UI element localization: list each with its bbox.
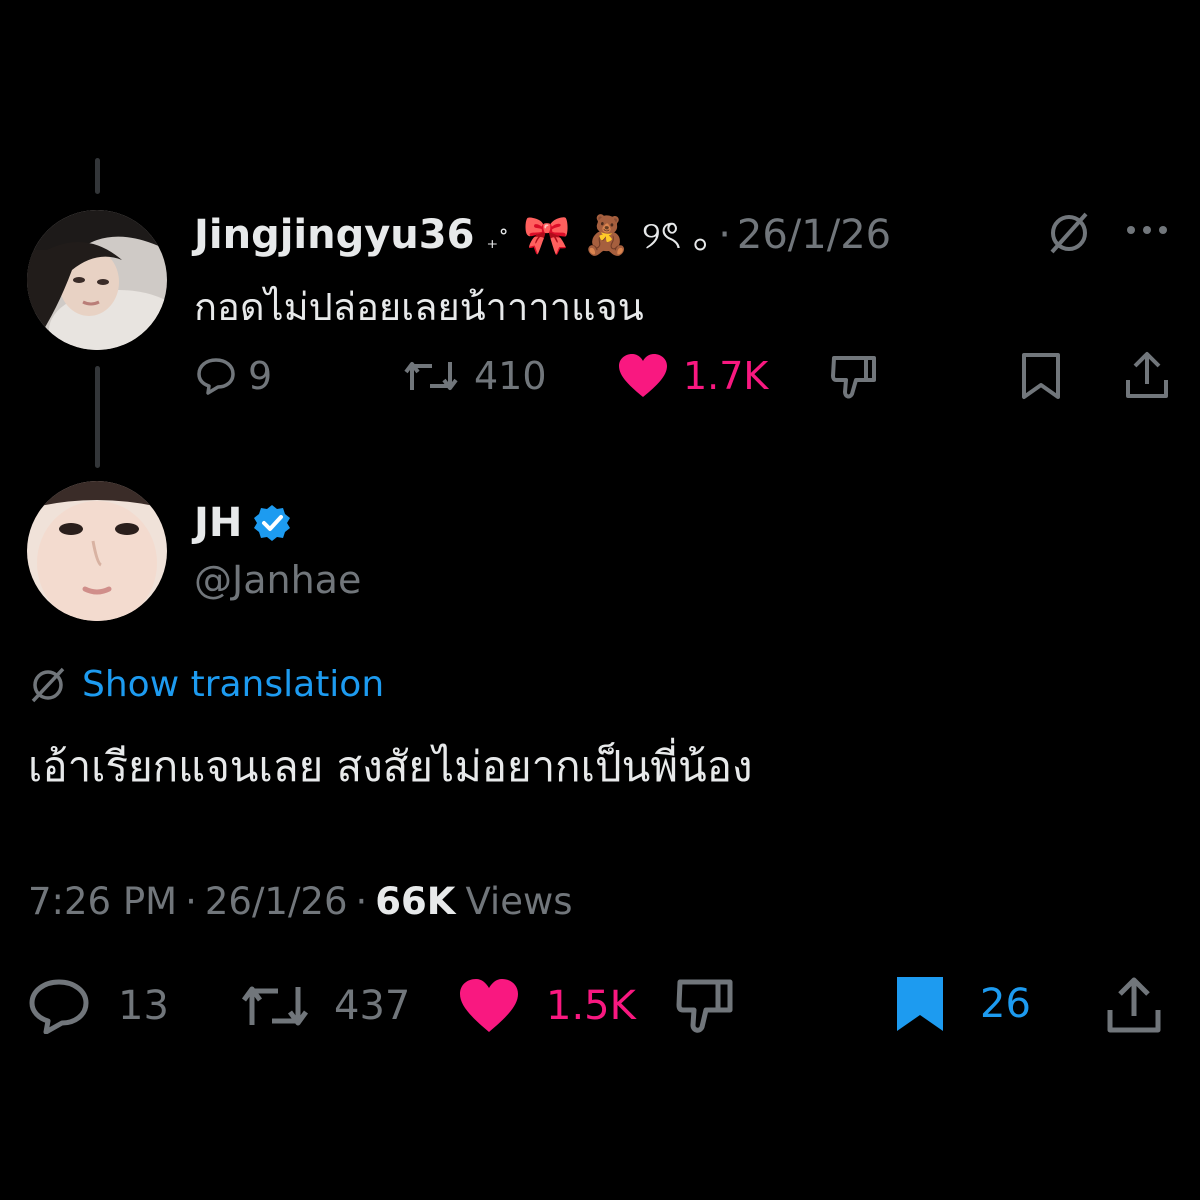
reply-button[interactable]: 13 bbox=[28, 978, 169, 1034]
tweet-metadata: 7:26 PM · 26/1/26 · 66K Views bbox=[28, 880, 573, 923]
name-emoji: 🎀 🧸 ୨ৎ ｡ bbox=[523, 213, 713, 257]
views-count[interactable]: 66K bbox=[375, 880, 455, 923]
author-line: JH bbox=[194, 500, 292, 546]
verified-badge-icon bbox=[252, 503, 292, 543]
like-button[interactable]: 1.5K bbox=[458, 976, 636, 1036]
retweet-button[interactable]: 410 bbox=[402, 352, 547, 400]
like-count: 1.7K bbox=[683, 354, 769, 398]
retweet-button[interactable]: 437 bbox=[240, 978, 410, 1034]
handle[interactable]: @Janhae bbox=[194, 558, 361, 602]
like-count: 1.5K bbox=[546, 983, 636, 1029]
share-icon[interactable] bbox=[1106, 976, 1162, 1034]
separator: · bbox=[718, 212, 731, 258]
display-name[interactable]: JH bbox=[194, 500, 242, 546]
bookmark-button[interactable]: 26 bbox=[894, 974, 1031, 1034]
retweet-count: 410 bbox=[474, 354, 547, 398]
translate-icon[interactable] bbox=[1046, 210, 1092, 256]
heart-icon bbox=[458, 978, 520, 1034]
reply-count: 13 bbox=[118, 983, 169, 1029]
reply-icon bbox=[196, 356, 236, 396]
separator: · bbox=[185, 880, 197, 923]
retweet-icon bbox=[402, 356, 460, 396]
reply-count: 9 bbox=[248, 354, 273, 398]
like-button[interactable]: 1.7K bbox=[617, 352, 768, 400]
bookmark-icon bbox=[894, 975, 946, 1033]
dislike-icon[interactable] bbox=[830, 354, 878, 400]
tweet-text: กอดไม่ปล่อยเลยน้าาาาแจน bbox=[194, 285, 644, 329]
bookmark-count: 26 bbox=[980, 981, 1031, 1027]
show-translation[interactable]: Show translation bbox=[28, 664, 384, 705]
thread-line-top bbox=[95, 158, 100, 194]
retweet-count: 437 bbox=[334, 983, 411, 1029]
avatar[interactable] bbox=[27, 210, 167, 350]
tweet-date[interactable]: 26/1/26 bbox=[737, 212, 891, 258]
reply-author-line: Jingjingyu36 ₊˚ 🎀 🧸 ୨ৎ ｡ · 26/1/26 bbox=[194, 204, 891, 270]
reply-button[interactable]: 9 bbox=[196, 352, 272, 400]
show-translation-link[interactable]: Show translation bbox=[82, 664, 384, 705]
display-name[interactable]: Jingjingyu36 bbox=[194, 212, 474, 258]
dislike-icon[interactable] bbox=[676, 978, 734, 1034]
thread-line-bottom bbox=[95, 366, 100, 468]
tweet-time[interactable]: 7:26 PM bbox=[28, 880, 177, 923]
heart-icon bbox=[617, 353, 669, 399]
tweet-date[interactable]: 26/1/26 bbox=[205, 880, 348, 923]
avatar[interactable] bbox=[27, 481, 167, 621]
share-icon[interactable] bbox=[1124, 350, 1170, 400]
reply-icon bbox=[28, 978, 90, 1034]
more-icon[interactable] bbox=[1126, 222, 1168, 238]
name-decoration: ₊˚ bbox=[486, 229, 510, 254]
translate-icon bbox=[28, 665, 68, 705]
tweet-text: เอ้าเรียกแจนเลย สงสัยไม่อยากเป็นพี่น้อง bbox=[28, 742, 753, 791]
separator: · bbox=[355, 880, 368, 923]
bookmark-icon[interactable] bbox=[1020, 352, 1062, 400]
retweet-icon bbox=[240, 979, 310, 1033]
views-label: Views bbox=[465, 880, 573, 923]
